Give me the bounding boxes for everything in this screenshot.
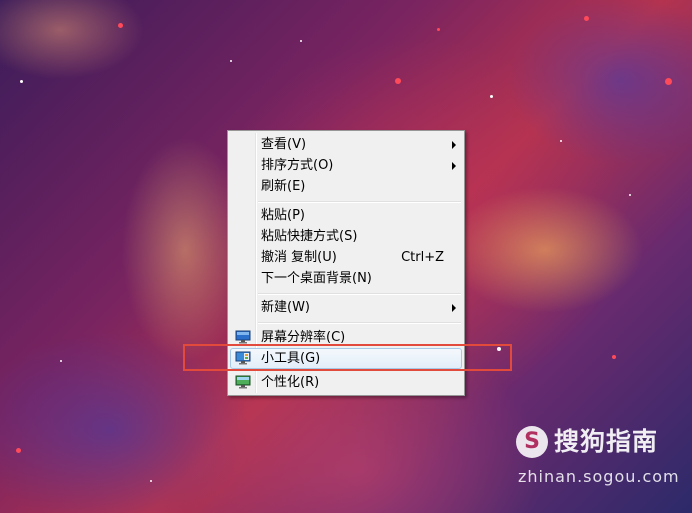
personalize-icon [235,375,251,389]
star [16,448,21,453]
star [118,23,123,28]
menu-item-sort-by[interactable]: 排序方式(O) [230,155,462,176]
star [437,28,440,31]
display-icon [235,330,251,344]
menu-item-label: 查看(V) [261,137,307,152]
star [584,16,589,21]
menu-item-label: 新建(W) [261,300,310,315]
star [665,78,672,85]
menu-item-next-background[interactable]: 下一个桌面背景(N) [230,268,462,289]
star [230,60,232,62]
menu-item-new[interactable]: 新建(W) [230,297,462,318]
sogou-watermark: S 搜狗指南 zhinan.sogou.com [512,424,684,494]
menu-separator [258,322,461,324]
star [20,80,23,83]
menu-separator [258,201,461,203]
star [60,360,62,362]
menu-item-label: 撤消 复制(U) [261,250,337,265]
star [150,480,152,482]
star [395,78,401,84]
star [560,140,562,142]
menu-item-refresh[interactable]: 刷新(E) [230,176,462,197]
menu-item-label: 排序方式(O) [261,158,334,173]
menu-item-personalize[interactable]: 个性化(R) [230,372,462,393]
menu-item-label: 粘贴(P) [261,208,305,223]
star [629,194,631,196]
submenu-arrow-icon [452,162,456,170]
menu-item-label: 刷新(E) [261,179,306,194]
star [490,95,493,98]
logo-letter: S [524,429,540,454]
menu-item-paste-shortcut[interactable]: 粘贴快捷方式(S) [230,226,462,247]
menu-item-label: 下一个桌面背景(N) [261,271,372,286]
annotation-highlight-box [183,344,512,371]
menu-item-shortcut: Ctrl+Z [401,250,444,265]
menu-item-paste[interactable]: 粘贴(P) [230,205,462,226]
sogou-logo-icon: S [516,426,548,458]
menu-item-undo-copy[interactable]: 撤消 复制(U) Ctrl+Z [230,247,462,268]
menu-item-label: 粘贴快捷方式(S) [261,229,358,244]
menu-item-view[interactable]: 查看(V) [230,134,462,155]
menu-separator [258,293,461,295]
menu-item-label: 个性化(R) [261,375,320,390]
submenu-arrow-icon [452,141,456,149]
star [612,355,616,359]
star [300,40,302,42]
submenu-arrow-icon [452,304,456,312]
watermark-title: 搜狗指南 [554,427,659,456]
watermark-url: zhinan.sogou.com [518,467,680,486]
